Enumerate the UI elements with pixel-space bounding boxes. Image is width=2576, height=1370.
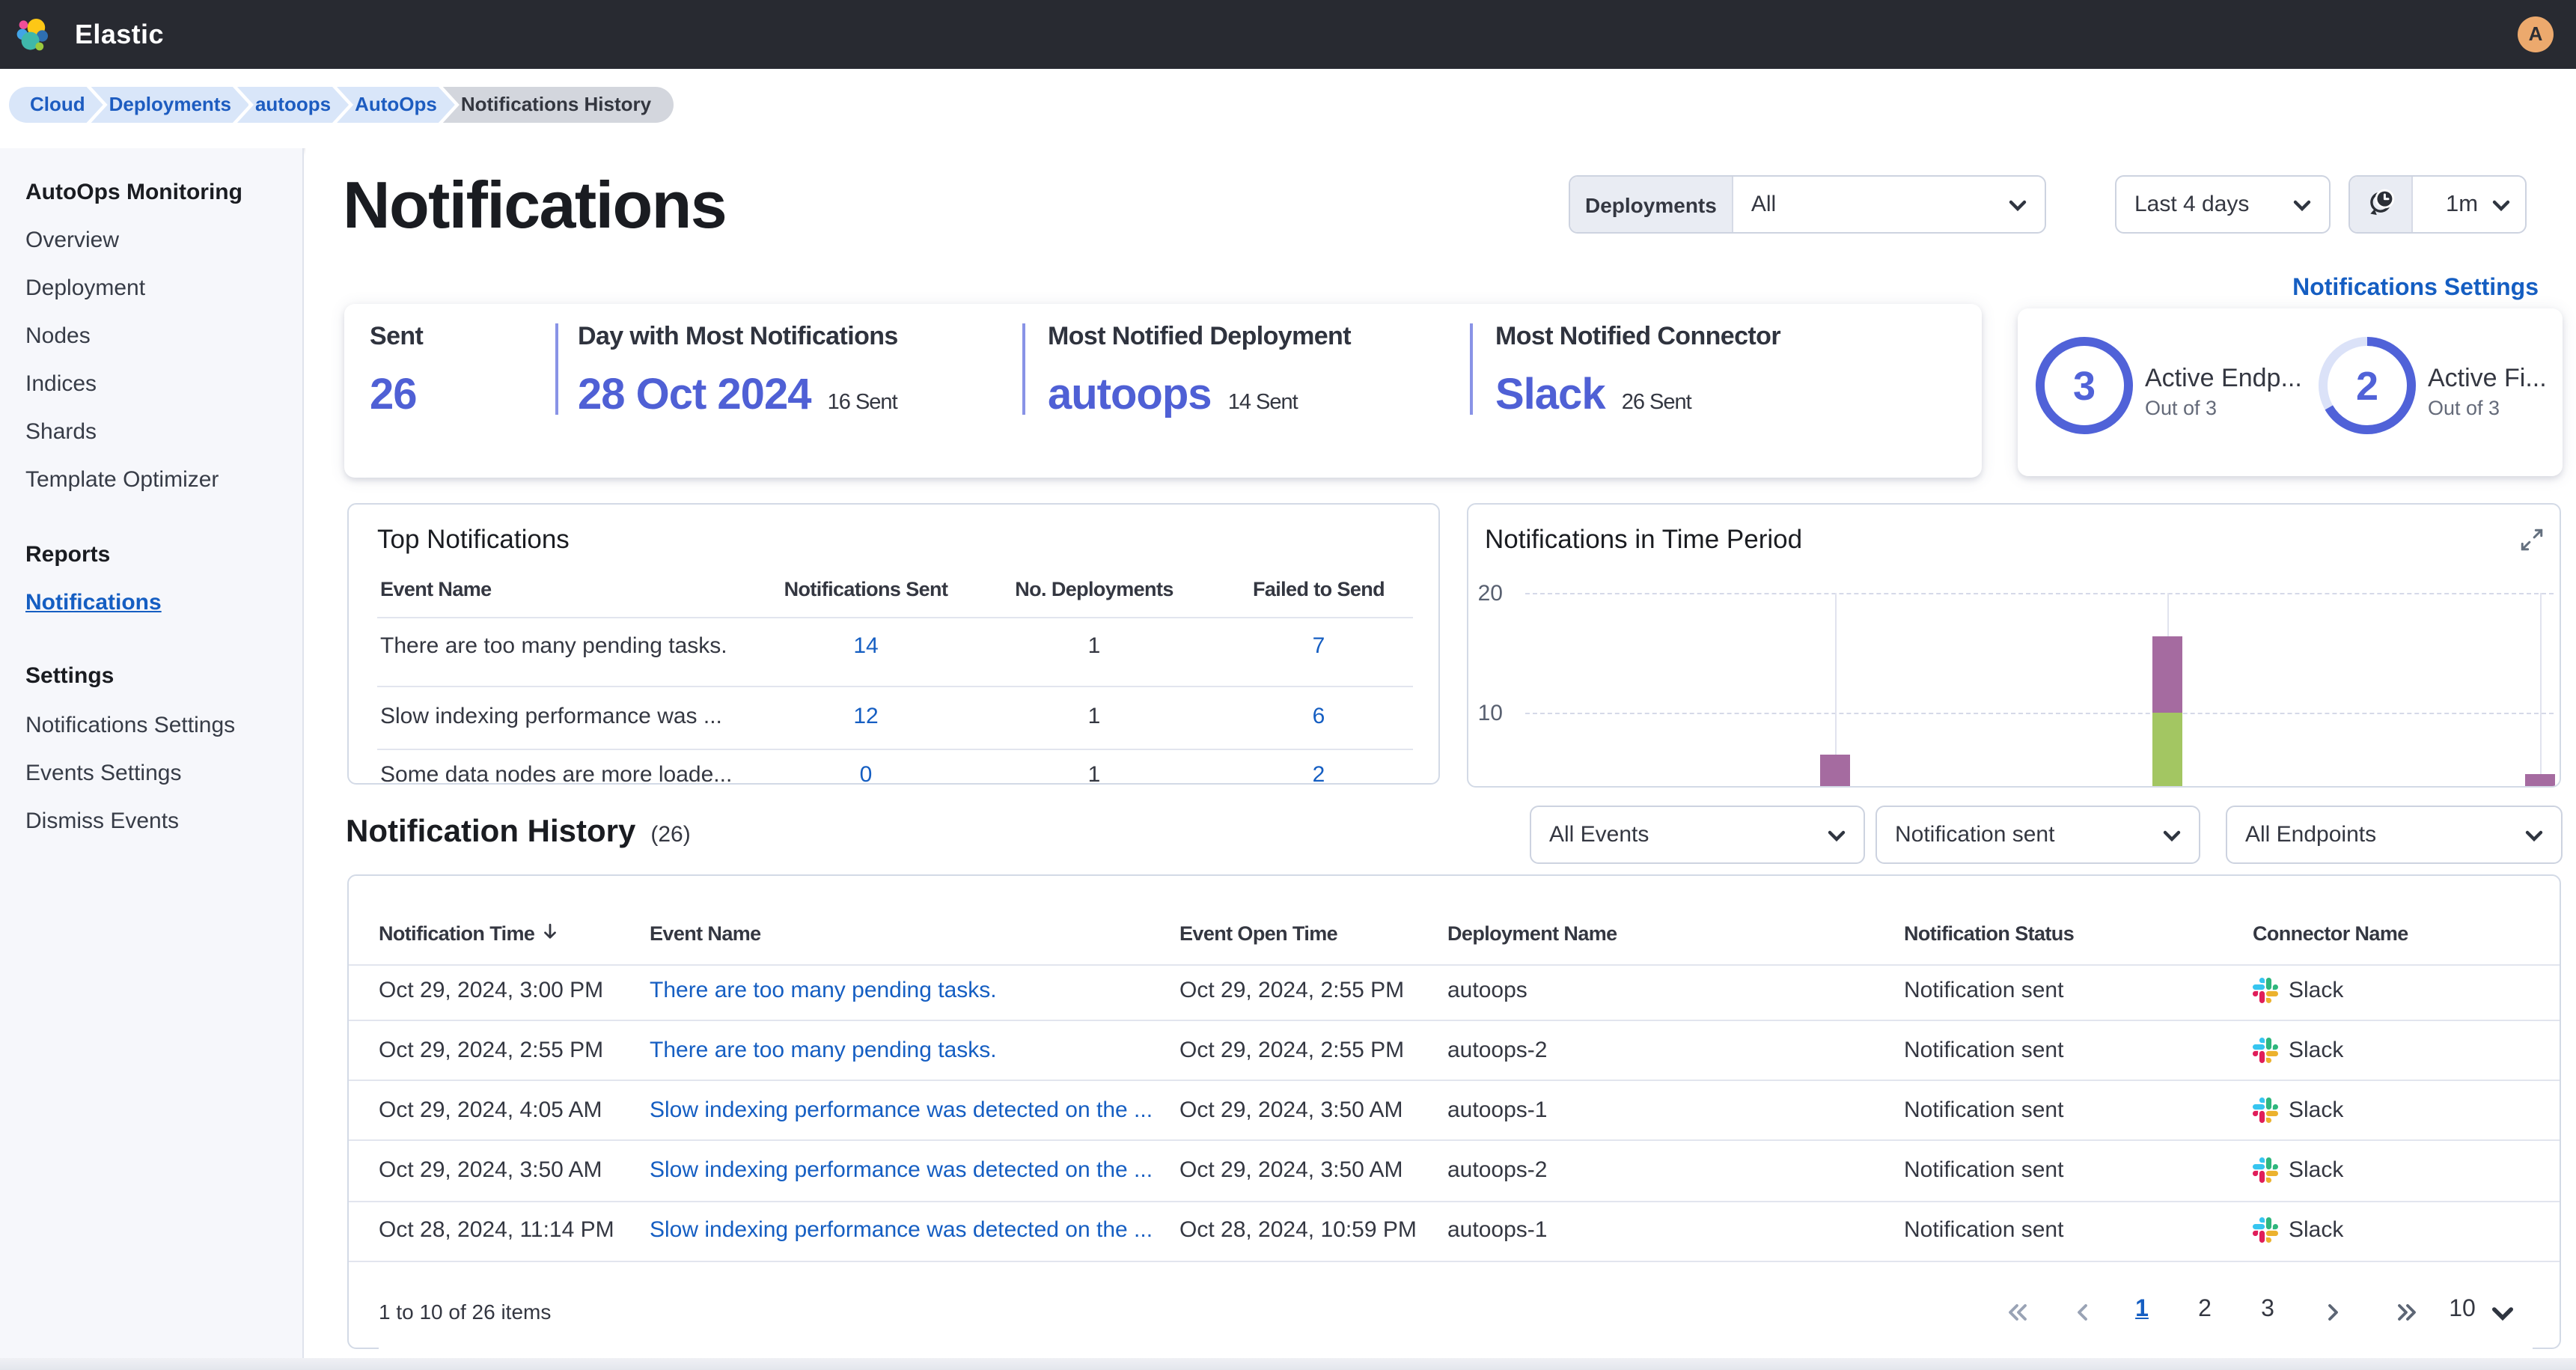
svg-text:2: 2 <box>2356 364 2378 409</box>
svg-text:3: 3 <box>2073 364 2096 409</box>
